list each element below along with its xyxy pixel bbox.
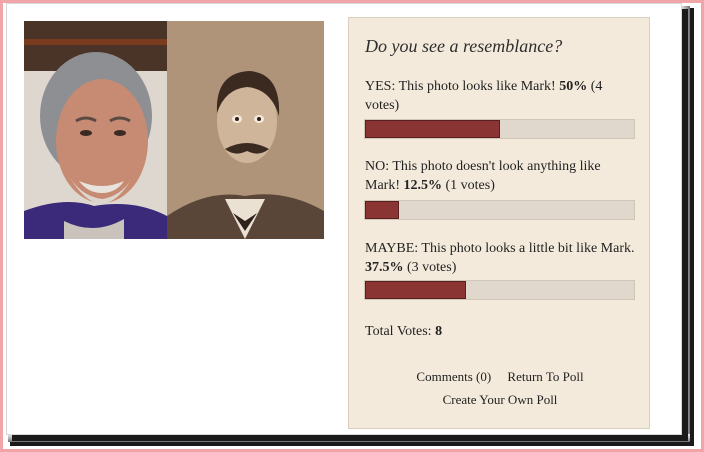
comments-link[interactable]: Comments (0) — [416, 369, 491, 384]
answer-votes: (3 votes) — [407, 260, 457, 275]
poll-links-row: Comments (0) Return To Poll — [349, 369, 651, 385]
answer-yes-bar — [364, 119, 635, 139]
answer-yes-text: YES: This photo looks like Mark! 50% (4 … — [365, 77, 637, 115]
answer-maybe-bar-fill — [365, 281, 466, 299]
answer-votes: (1 votes) — [445, 178, 495, 193]
poll-widget: Do you see a resemblance? YES: This phot… — [348, 17, 650, 429]
modern-portrait — [24, 21, 167, 239]
frame-shadow-right — [690, 8, 694, 446]
vintage-portrait-image — [167, 21, 324, 239]
vintage-portrait — [167, 21, 324, 239]
answer-label: MAYBE: This photo looks a little bit lik… — [365, 241, 635, 256]
frame-bevel-bottom — [8, 434, 690, 442]
answer-label: YES: This photo looks like Mark! — [365, 79, 556, 94]
answer-percent: 12.5% — [403, 178, 443, 193]
answer-maybe-text: MAYBE: This photo looks a little bit lik… — [365, 239, 637, 277]
answer-no-text: NO: This photo doesn't look anything lik… — [365, 157, 637, 195]
answer-percent: 37.5% — [365, 260, 404, 275]
modern-portrait-image — [24, 21, 167, 239]
create-poll-link[interactable]: Create Your Own Poll — [443, 392, 558, 407]
comparison-photo — [24, 21, 324, 239]
total-votes-value: 8 — [435, 324, 443, 339]
answer-maybe-bar — [364, 280, 635, 300]
poll-question: Do you see a resemblance? — [365, 36, 563, 56]
answer-no-bar — [364, 200, 635, 220]
poll-create-row: Create Your Own Poll — [349, 392, 651, 408]
total-votes-label: Total Votes: — [365, 324, 432, 339]
return-to-poll-link[interactable]: Return To Poll — [507, 369, 583, 384]
answer-percent: 50% — [559, 79, 588, 94]
frame-shadow-bottom — [10, 442, 694, 446]
answer-yes-bar-fill — [365, 120, 500, 138]
total-votes: Total Votes: 8 — [365, 324, 442, 340]
answer-no-bar-fill — [365, 201, 399, 219]
